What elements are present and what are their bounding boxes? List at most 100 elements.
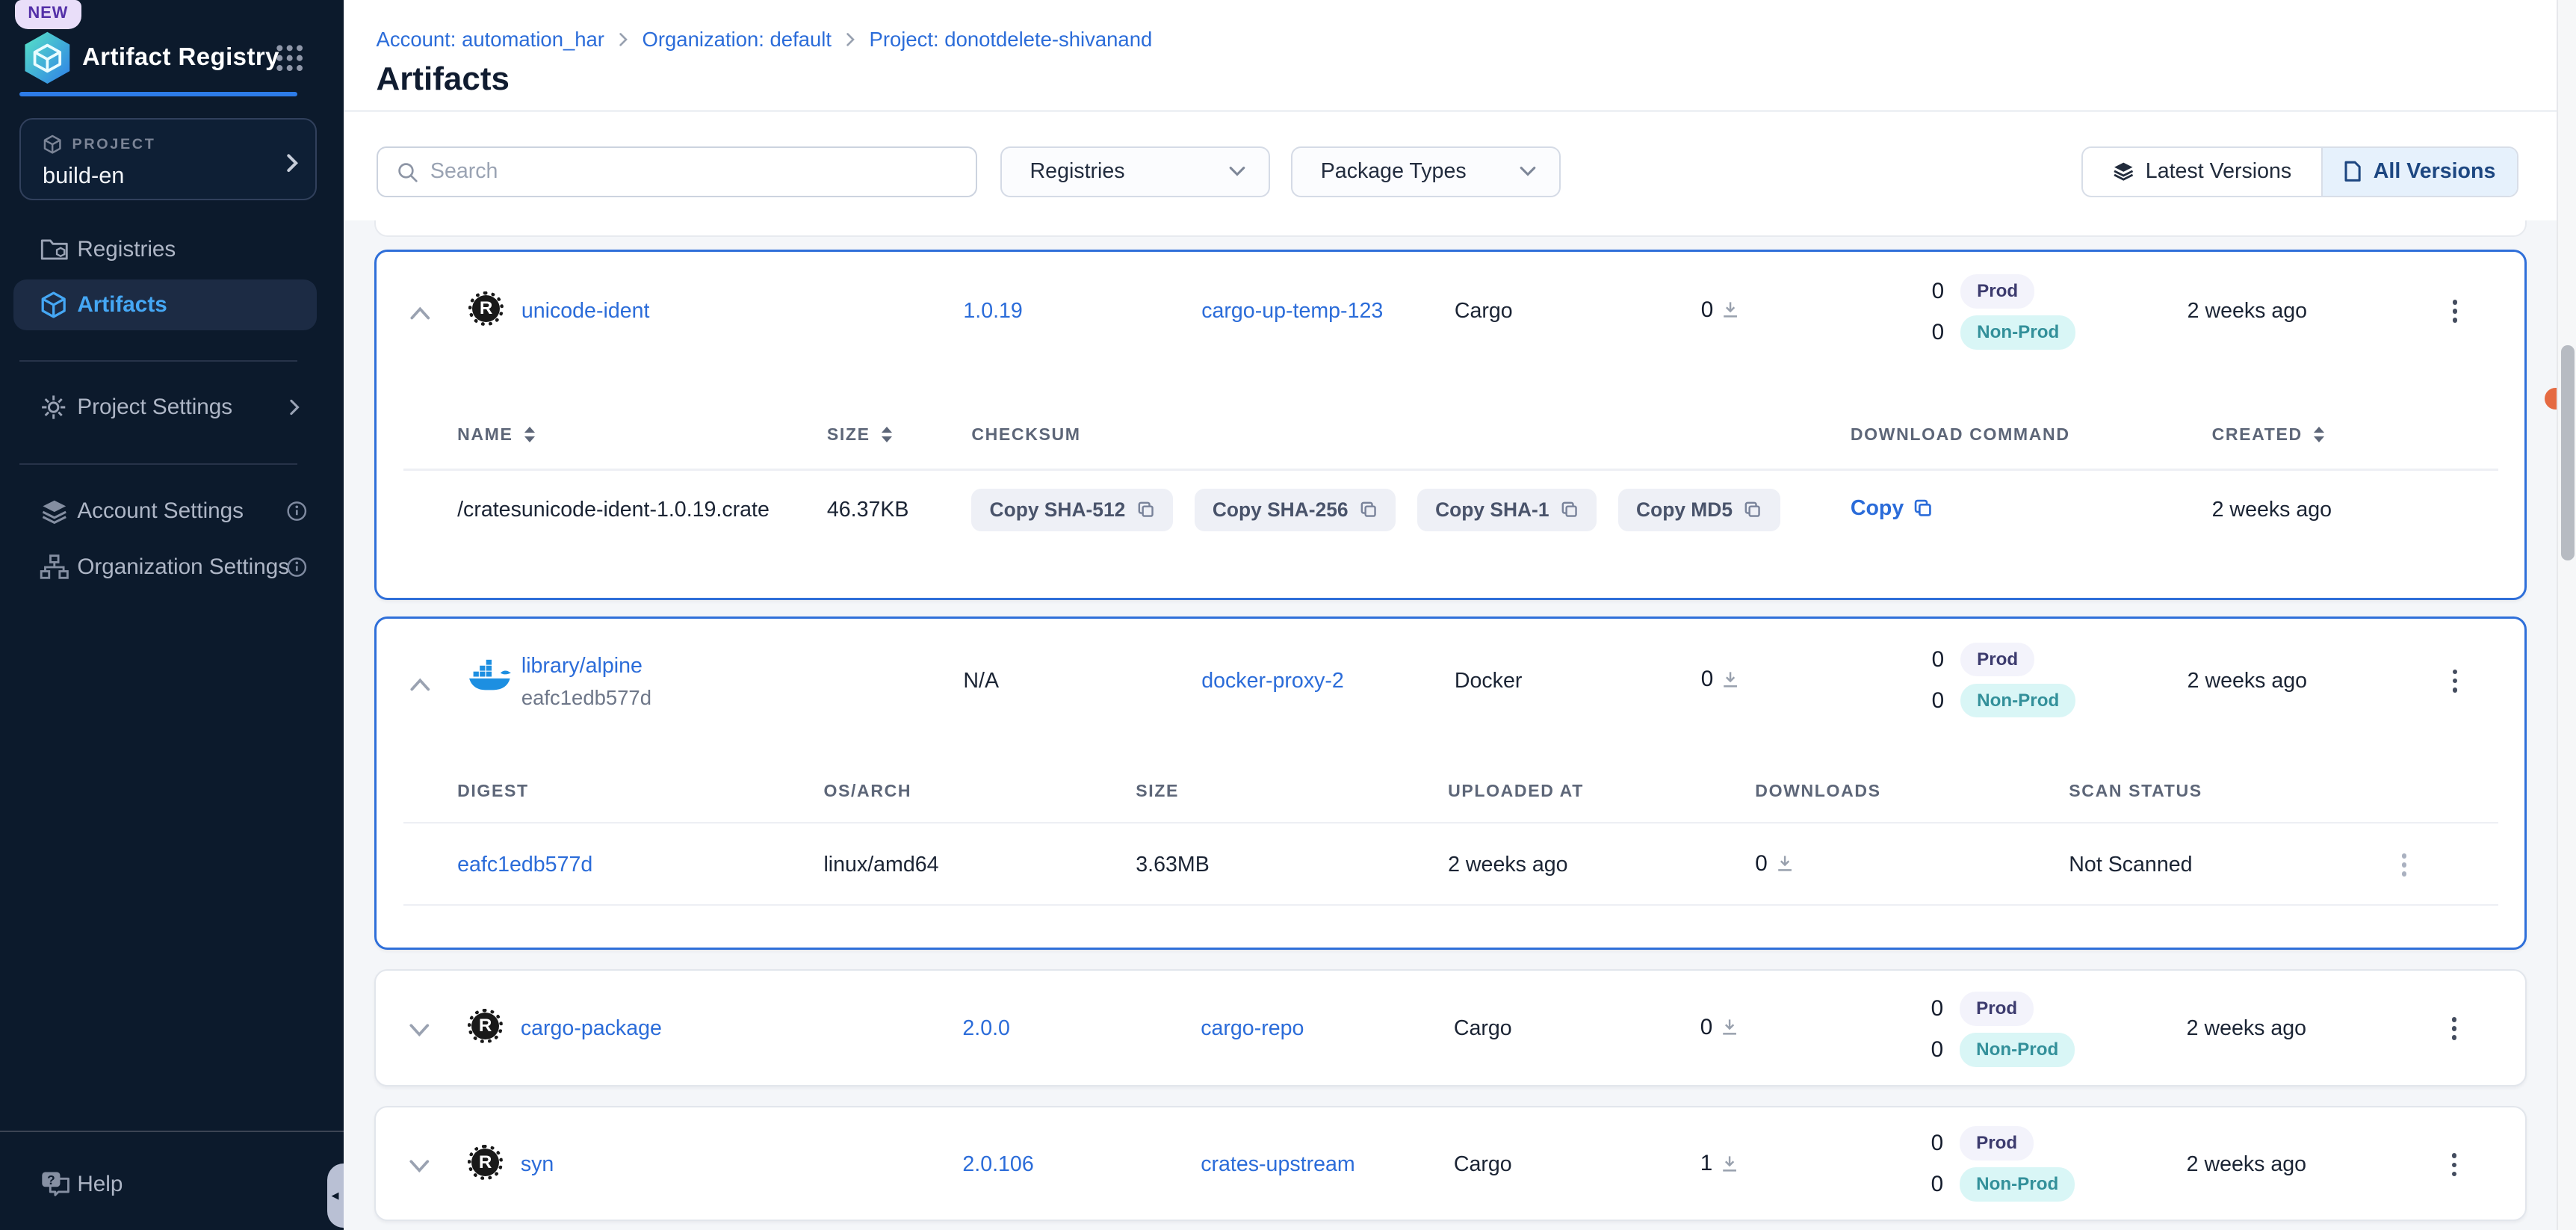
row-menu-button[interactable] bbox=[2441, 1016, 2467, 1042]
package-type: Cargo bbox=[1454, 1016, 1512, 1042]
chevron-right-icon bbox=[286, 149, 300, 179]
downloads-count: 0 bbox=[1701, 666, 1740, 692]
column-header-name[interactable]: NAME bbox=[457, 424, 535, 445]
package-types-filter-dropdown[interactable]: Package Types bbox=[1291, 146, 1561, 197]
breadcrumb-project-link[interactable]: Project: donotdelete-shivanand bbox=[870, 28, 1153, 52]
copy-download-command-button[interactable]: Copy bbox=[1851, 495, 1933, 522]
cargo-rust-package-icon: R bbox=[468, 1009, 502, 1043]
artifact-card-unicode-ident: R unicode-ident 1.0.19 cargo-up-temp-123… bbox=[374, 250, 2527, 599]
sidebar-item-artifacts[interactable]: Artifacts bbox=[13, 279, 318, 330]
chevron-up-icon bbox=[409, 677, 431, 692]
artifact-digest: eafc1edb577d bbox=[521, 684, 651, 711]
updated-time: 2 weeks ago bbox=[2187, 1152, 2306, 1178]
info-icon[interactable] bbox=[286, 556, 308, 578]
sidebar-item-help[interactable]: ? Help bbox=[0, 1158, 344, 1211]
docker-whale-icon bbox=[468, 658, 511, 699]
non-prod-badge: Non-Prod bbox=[1960, 315, 2075, 350]
app-title: Artifact Registry bbox=[82, 43, 279, 71]
copy-sha256-button[interactable]: Copy SHA-256 bbox=[1195, 489, 1396, 531]
row-menu-button[interactable] bbox=[2442, 668, 2468, 694]
column-header-digest: DIGEST bbox=[457, 781, 529, 801]
artifact-registry-link[interactable]: cargo-up-temp-123 bbox=[1201, 298, 1383, 324]
search-input[interactable] bbox=[430, 148, 956, 196]
header-divider bbox=[344, 110, 2576, 111]
document-icon bbox=[2344, 161, 2362, 182]
column-header-os-arch: OS/ARCH bbox=[823, 781, 911, 801]
artifact-version-link[interactable]: 1.0.19 bbox=[963, 298, 1022, 324]
artifact-registry-link[interactable]: cargo-repo bbox=[1201, 1016, 1304, 1042]
row-menu-button[interactable] bbox=[2441, 1152, 2467, 1178]
latest-versions-button[interactable]: Latest Versions bbox=[2083, 148, 2321, 196]
all-versions-button[interactable]: All Versions bbox=[2321, 148, 2517, 196]
sort-icon bbox=[524, 427, 535, 442]
non-prod-badge: Non-Prod bbox=[1960, 1167, 2075, 1202]
package-types-filter-label: Package Types bbox=[1321, 159, 1467, 184]
environment-counts: 0 Prod 0 Non-Prod bbox=[1928, 640, 2075, 720]
checksum-buttons: Copy SHA-512 Copy SHA-256 Copy SHA-1 Cop… bbox=[971, 489, 1780, 531]
digest-link[interactable]: eafc1edb577d bbox=[457, 852, 592, 878]
collapse-triangle-icon: ◀ bbox=[332, 1190, 339, 1202]
scrollbar-track[interactable] bbox=[2557, 0, 2576, 1230]
column-header-scan-status: SCAN STATUS bbox=[2069, 781, 2202, 801]
app-grid-icon[interactable] bbox=[276, 44, 303, 78]
copy-icon bbox=[1913, 498, 1933, 518]
registries-folder-icon bbox=[40, 237, 69, 263]
column-header-download-command: DOWNLOAD COMMAND bbox=[1851, 424, 2070, 445]
artifact-version-link[interactable]: 2.0.106 bbox=[962, 1152, 1033, 1178]
prod-badge: Prod bbox=[1960, 1126, 2034, 1161]
sidebar-item-account-settings[interactable]: Account Settings bbox=[0, 485, 344, 537]
row-menu-button[interactable] bbox=[2391, 852, 2417, 878]
artifact-name-link[interactable]: unicode-ident bbox=[521, 298, 650, 324]
sidebar-collapse-handle[interactable]: ◀ bbox=[327, 1163, 344, 1228]
artifact-name-link[interactable]: syn bbox=[521, 1152, 554, 1178]
collapse-row-button[interactable] bbox=[409, 673, 439, 696]
sidebar-item-label: Project Settings bbox=[77, 395, 232, 420]
collapse-row-button[interactable] bbox=[409, 301, 439, 324]
column-header-uploaded-at: UPLOADED AT bbox=[1448, 781, 1584, 801]
breadcrumb-account-link[interactable]: Account: automation_har bbox=[377, 28, 604, 52]
artifact-name-link[interactable]: library/alpine bbox=[521, 653, 643, 679]
sidebar-item-project-settings[interactable]: Project Settings bbox=[0, 381, 344, 433]
environment-counts: 0 Prod 0 Non-Prod bbox=[1927, 989, 2075, 1070]
sidebar-item-label: Organization Settings bbox=[77, 554, 289, 580]
copy-sha1-button[interactable]: Copy SHA-1 bbox=[1417, 489, 1597, 531]
row-menu-button[interactable] bbox=[2442, 298, 2468, 324]
scrollbar-thumb[interactable] bbox=[2561, 345, 2575, 560]
artifact-registry-link[interactable]: crates-upstream bbox=[1201, 1152, 1354, 1178]
expand-row-button[interactable] bbox=[409, 1019, 439, 1042]
expand-row-button[interactable] bbox=[409, 1155, 439, 1178]
manifest-downloads-count: 0 bbox=[1755, 850, 1794, 877]
project-label: PROJECT bbox=[72, 136, 156, 153]
info-icon[interactable] bbox=[286, 501, 308, 522]
copy-md5-button[interactable]: Copy MD5 bbox=[1618, 489, 1780, 531]
artifact-name-link[interactable]: cargo-package bbox=[521, 1016, 662, 1042]
prod-count: 0 bbox=[1928, 279, 1944, 304]
column-header-size[interactable]: SIZE bbox=[827, 424, 892, 445]
scan-status: Not Scanned bbox=[2069, 852, 2192, 878]
breadcrumb: Account: automation_har Organization: de… bbox=[377, 28, 1153, 52]
registries-filter-dropdown[interactable]: Registries bbox=[1000, 146, 1270, 197]
sort-icon bbox=[2314, 427, 2324, 442]
non-prod-count: 0 bbox=[1927, 1037, 1943, 1063]
file-name: /cratesunicode-ident-1.0.19.crate bbox=[457, 497, 770, 523]
copy-icon bbox=[1137, 501, 1155, 519]
column-header-checksum: CHECKSUM bbox=[971, 424, 1080, 445]
download-icon bbox=[1721, 300, 1739, 318]
non-prod-badge: Non-Prod bbox=[1960, 684, 2075, 718]
sidebar-divider bbox=[19, 463, 297, 465]
copy-sha512-button[interactable]: Copy SHA-512 bbox=[971, 489, 1173, 531]
column-header-created[interactable]: CREATED bbox=[2212, 424, 2325, 445]
project-selector[interactable]: PROJECT build-en bbox=[19, 118, 317, 200]
main-content: Account: automation_har Organization: de… bbox=[344, 0, 2576, 1230]
chevron-right-icon bbox=[845, 32, 856, 47]
chevron-down-icon bbox=[409, 1159, 430, 1174]
breadcrumb-organization-link[interactable]: Organization: default bbox=[643, 28, 832, 52]
artifact-registry-link[interactable]: docker-proxy-2 bbox=[1201, 668, 1344, 694]
artifact-version-link[interactable]: 2.0.0 bbox=[962, 1016, 1010, 1042]
downloads-count: 0 bbox=[1701, 297, 1740, 323]
project-name: build-en bbox=[43, 162, 124, 189]
artifacts-cube-icon bbox=[40, 291, 67, 318]
sidebar-item-organization-settings[interactable]: Organization Settings bbox=[0, 540, 344, 593]
sidebar-item-registries[interactable]: Registries bbox=[0, 223, 344, 276]
sidebar-item-label: Help bbox=[77, 1172, 123, 1197]
